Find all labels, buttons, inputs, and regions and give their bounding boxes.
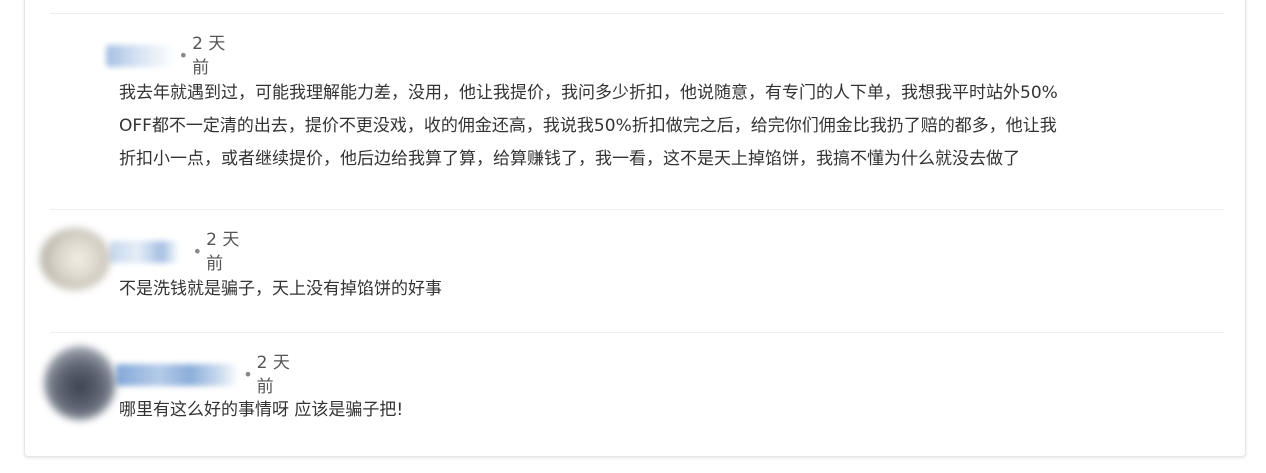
separator-dot: • (192, 242, 203, 261)
comment-text-line: OFF都不一定清的出去，提价不更没戏，收的佣金还高，我说我50%折扣做完之后，给… (119, 116, 1057, 136)
comment-timestamp: 2 天前 (256, 353, 290, 397)
comment-divider (50, 332, 1224, 333)
comment-divider (50, 13, 1224, 14)
comment-text: 我去年就遇到过，可能我理解能力差，没用，他让我提价，我问多少折扣，他说随意，有专… (119, 77, 1219, 176)
comment-timestamp: 2 天前 (206, 230, 240, 274)
username-redacted[interactable] (106, 45, 175, 67)
comment-text-line: 哪里有这么好的事情呀 应该是骗子把! (119, 400, 404, 420)
comment-text: 哪里有这么好的事情呀 应该是骗子把! (119, 394, 1219, 427)
username-redacted[interactable] (116, 364, 240, 386)
comment-divider (50, 209, 1224, 210)
comment-text-line: 我去年就遇到过，可能我理解能力差，没用，他让我提价，我问多少折扣，他说随意，有专… (119, 83, 1058, 103)
separator-dot: • (178, 46, 189, 65)
comment-text-line: 折扣小一点，或者继续提价，他后边给我算了算，给算赚钱了，我一看，这不是天上掉馅饼… (119, 149, 1020, 169)
avatar[interactable] (44, 346, 116, 420)
comment-timestamp: 2 天前 (192, 34, 226, 78)
avatar[interactable] (40, 228, 110, 290)
comment-text: 不是洗钱就是骗子，天上没有掉馅饼的好事 (119, 273, 1219, 306)
separator-dot: • (243, 365, 253, 384)
comment-text-line: 不是洗钱就是骗子，天上没有掉馅饼的好事 (119, 279, 442, 299)
username-redacted[interactable] (110, 241, 179, 263)
